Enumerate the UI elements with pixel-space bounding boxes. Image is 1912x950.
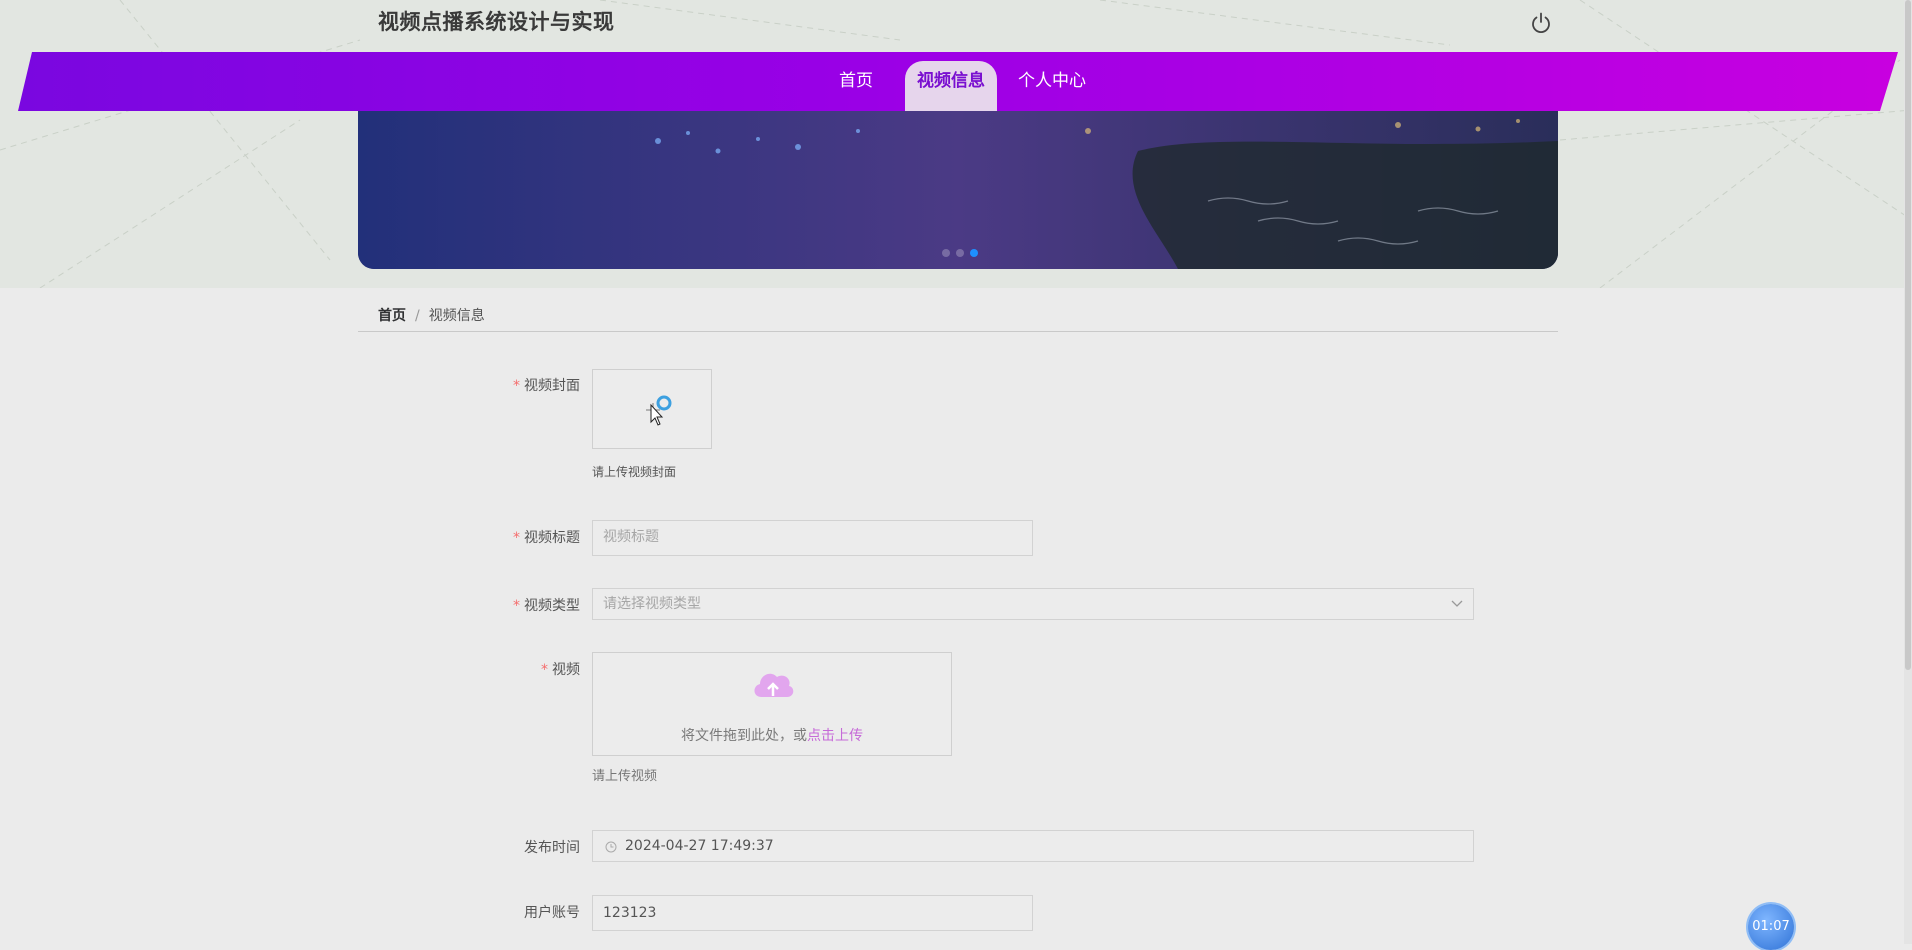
cover-hint: 请上传视频封面 bbox=[592, 465, 677, 479]
banner-picture bbox=[358, 111, 1558, 269]
breadcrumb-divider bbox=[358, 331, 1558, 332]
publish-time-label: 发布时间 bbox=[524, 840, 580, 856]
breadcrumb-current: 视频信息 bbox=[428, 308, 485, 324]
publish-time-input[interactable]: 2024-04-27 17:49:37 bbox=[592, 830, 1474, 862]
required-star: * bbox=[513, 598, 520, 614]
type-placeholder: 请选择视频类型 bbox=[603, 596, 701, 612]
cloud-upload-icon bbox=[754, 673, 794, 697]
cover-label: * 视频封面 bbox=[513, 378, 580, 394]
account-input[interactable]: 123123 bbox=[592, 895, 1033, 931]
account-label: 用户账号 bbox=[524, 905, 580, 921]
breadcrumb: 首页 / 视频信息 bbox=[378, 305, 485, 325]
plus-icon bbox=[646, 395, 672, 426]
carousel-dot[interactable] bbox=[956, 249, 964, 257]
power-icon[interactable] bbox=[1528, 10, 1554, 36]
chevron-down-icon bbox=[1451, 600, 1463, 607]
nav-item-personal-center[interactable]: 个人中心 bbox=[1012, 61, 1092, 111]
publish-time-value: 2024-04-27 17:49:37 bbox=[625, 838, 774, 854]
video-upload-dropzone[interactable]: 将文件拖到此处，或点击上传 bbox=[592, 652, 952, 756]
cover-upload[interactable] bbox=[592, 369, 712, 449]
site-title: 视频点播系统设计与实现 bbox=[378, 10, 615, 34]
title-placeholder: 视频标题 bbox=[603, 529, 659, 545]
type-select[interactable]: 请选择视频类型 bbox=[592, 588, 1474, 620]
title-input[interactable]: 视频标题 bbox=[592, 520, 1033, 556]
nav-item-video-info[interactable]: 视频信息 bbox=[905, 61, 997, 111]
required-star: * bbox=[541, 662, 548, 678]
breadcrumb-separator: / bbox=[415, 308, 420, 324]
timer-badge[interactable]: 01:07 bbox=[1748, 904, 1794, 950]
dropzone-text: 将文件拖到此处，或点击上传 bbox=[681, 728, 863, 744]
nav-item-home[interactable]: 首页 bbox=[826, 61, 886, 111]
title-label: * 视频标题 bbox=[513, 530, 580, 546]
banner-image bbox=[358, 111, 1558, 269]
click-upload-link[interactable]: 点击上传 bbox=[807, 728, 863, 744]
type-label: * 视频类型 bbox=[513, 598, 580, 614]
required-star: * bbox=[513, 530, 520, 546]
account-value: 123123 bbox=[603, 905, 657, 921]
carousel-dot-active[interactable] bbox=[970, 249, 978, 257]
clock-icon bbox=[605, 841, 617, 853]
scrollbar-thumb[interactable] bbox=[1905, 0, 1911, 670]
carousel-dot[interactable] bbox=[942, 249, 950, 257]
video-hint: 请上传视频 bbox=[592, 769, 658, 784]
required-star: * bbox=[513, 378, 520, 394]
video-label: * 视频 bbox=[541, 662, 580, 678]
breadcrumb-home[interactable]: 首页 bbox=[378, 308, 406, 324]
